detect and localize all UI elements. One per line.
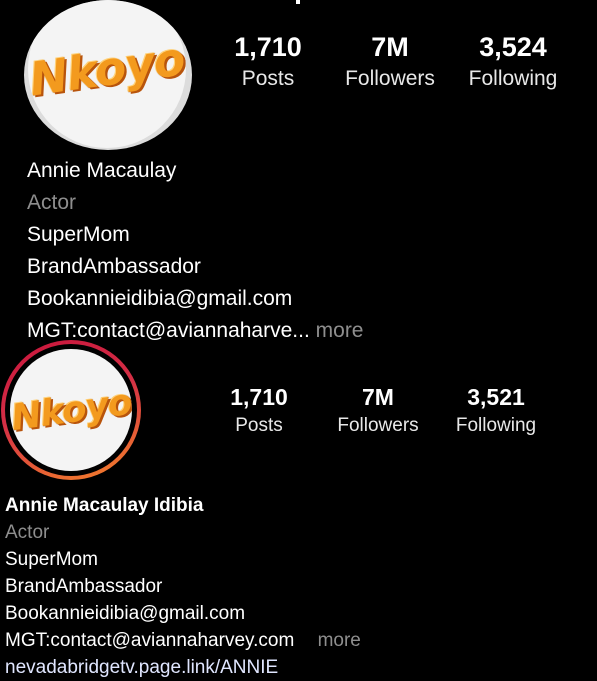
- bio-mgt-contact[interactable]: MGT:contact@aviannaharvey.com: [5, 630, 294, 651]
- following-stat[interactable]: 3,521 Following: [446, 384, 546, 437]
- profile-name: Annie Macaulay: [27, 159, 177, 182]
- bio-website-link[interactable]: nevadabridgetv.page.link/ANNIE: [5, 654, 361, 681]
- profile-name: Annie Macaulay Idibia: [5, 495, 204, 516]
- followers-stat[interactable]: 7M Followers: [328, 384, 428, 437]
- posts-label: Posts: [235, 415, 283, 436]
- story-ring[interactable]: Nkoyo: [1, 340, 141, 480]
- following-count: 3,521: [467, 384, 525, 410]
- nkoyo-logo: Nkoyo: [10, 381, 132, 439]
- bio-line: BrandAmbassador: [5, 576, 163, 597]
- posts-stat[interactable]: 1,710 Posts: [226, 32, 310, 91]
- followers-count: 7M: [371, 32, 409, 62]
- posts-count: 1,710: [230, 384, 288, 410]
- posts-count: 1,710: [234, 32, 302, 62]
- following-count: 3,524: [479, 32, 547, 62]
- more-link[interactable]: more: [318, 630, 361, 651]
- profile-avatar: Nkoyo: [10, 349, 132, 471]
- bio-email[interactable]: Bookannieidibia@gmail.com: [5, 600, 361, 627]
- following-stat[interactable]: 3,524 Following: [460, 32, 566, 91]
- posts-label: Posts: [241, 67, 295, 90]
- followers-label: Followers: [345, 67, 435, 90]
- following-label: Following: [468, 67, 558, 90]
- profile-category: Actor: [5, 522, 50, 543]
- bio-line: SuperMom: [5, 549, 98, 570]
- followers-stat[interactable]: 7M Followers: [336, 32, 444, 91]
- bio-line: SuperMom: [27, 223, 130, 246]
- bio-line: BrandAmbassador: [27, 255, 201, 278]
- followers-count: 7M: [362, 384, 394, 410]
- profile-header-old: Nkoyo 1,710 Posts 7M Followers 3,524 Fol…: [0, 0, 597, 341]
- followers-label: Followers: [337, 415, 419, 436]
- bio-mgt-line: MGT:contact@aviannaharvey.com more: [5, 627, 361, 654]
- profile-bio: Annie Macaulay Actor SuperMom BrandAmbas…: [27, 155, 364, 341]
- bio-email[interactable]: Bookannieidibia@gmail.com: [27, 283, 364, 315]
- profile-bio: Annie Macaulay Idibia Actor SuperMom Bra…: [5, 492, 361, 681]
- nkoyo-logo: Nkoyo: [28, 31, 186, 107]
- following-label: Following: [455, 415, 537, 436]
- profile-category: Actor: [27, 191, 77, 214]
- posts-stat[interactable]: 1,710 Posts: [218, 384, 300, 437]
- profile-header-new: Nkoyo 1,710 Posts 7M Followers 3,521 Fol…: [0, 338, 597, 679]
- profile-avatar[interactable]: Nkoyo: [24, 0, 192, 150]
